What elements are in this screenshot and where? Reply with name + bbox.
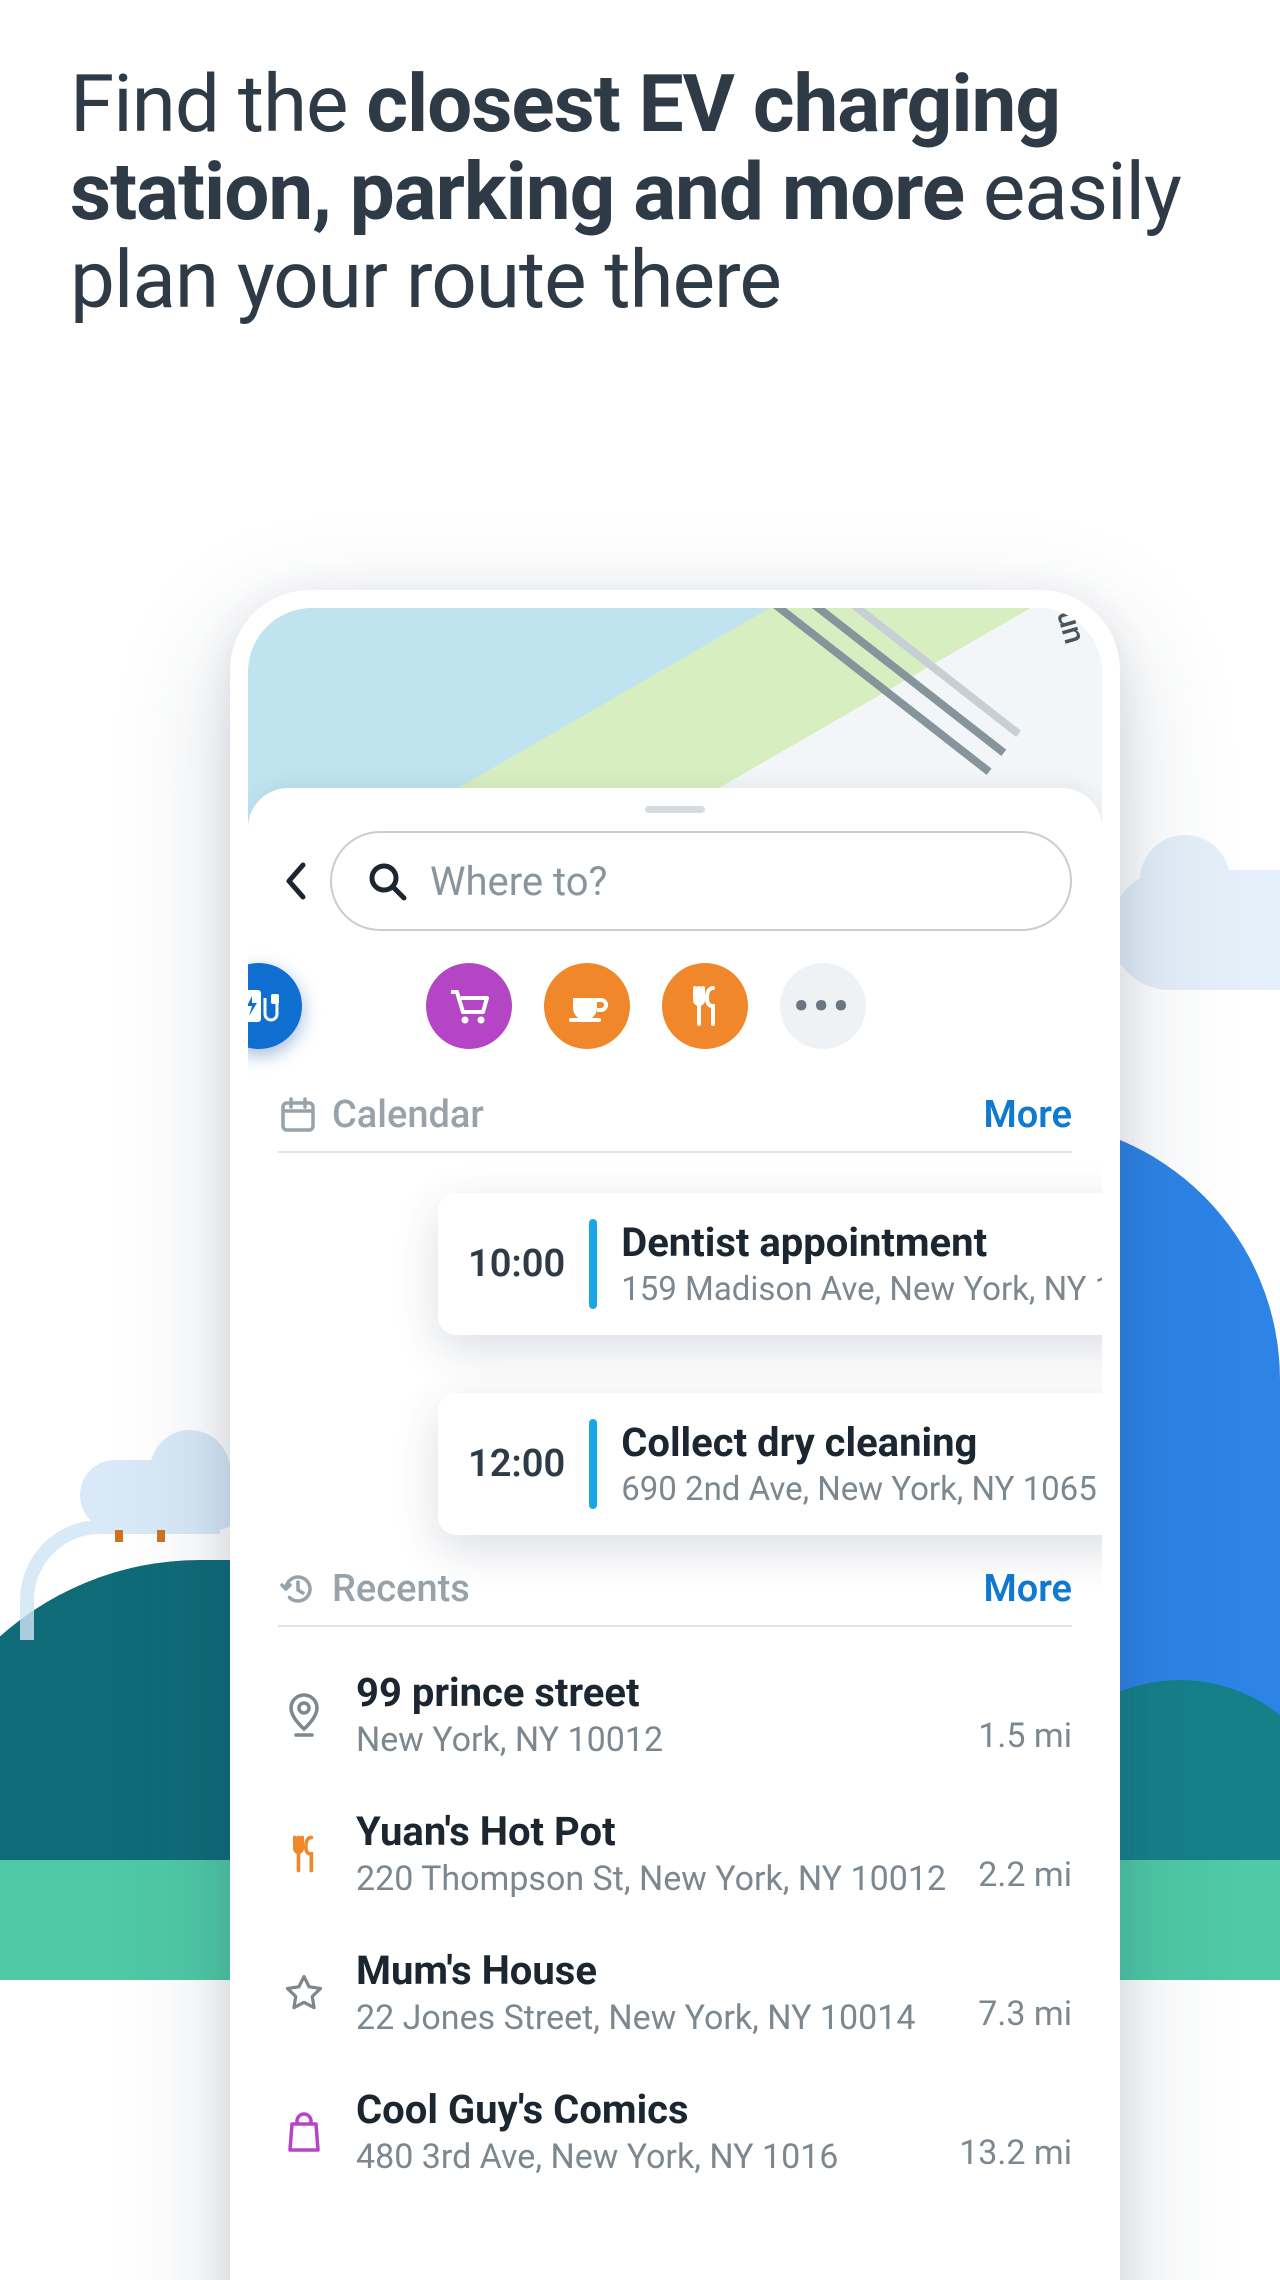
more-dots-icon: ••• [793, 980, 852, 1032]
event-accent-bar [589, 1419, 597, 1509]
recent-name: Yuan's Hot Pot [356, 1808, 952, 1855]
category-row: P ••• [248, 957, 1102, 1079]
calendar-icon [278, 1095, 318, 1135]
category-ev-charging[interactable] [248, 963, 302, 1049]
bottom-sheet: Where to? P [248, 788, 1102, 2280]
search-input[interactable]: Where to? [330, 831, 1072, 931]
category-coffee[interactable] [544, 963, 630, 1049]
star-icon [278, 1971, 330, 2015]
sheet-grabber[interactable] [645, 806, 705, 813]
calendar-label: Calendar [332, 1093, 484, 1137]
calendar-cards: 10:00 Dentist appointment 159 Madison Av… [278, 1153, 1072, 1553]
map-street-label: Coun [1039, 608, 1092, 648]
search-placeholder: Where to? [430, 858, 607, 905]
back-button[interactable] [278, 864, 312, 898]
calendar-event[interactable]: 12:00 Collect dry cleaning 690 2nd Ave, … [438, 1393, 1102, 1535]
calendar-section: Calendar More 10:00 Dentist appointment … [248, 1079, 1102, 1553]
pin-icon [278, 1691, 330, 1739]
event-address: 159 Madison Ave, New York, NY 1016 [621, 1270, 1102, 1309]
chevron-left-icon [282, 861, 308, 901]
recent-distance: 13.2 mi [959, 2133, 1072, 2177]
recent-name: Cool Guy's Comics [356, 2086, 933, 2133]
event-accent-bar [589, 1219, 597, 1309]
ev-charger-icon [248, 982, 283, 1030]
recent-address: New York, NY 10012 [356, 1720, 952, 1760]
recent-distance: 2.2 mi [978, 1855, 1072, 1899]
recents-header: Recents More [278, 1553, 1072, 1627]
cloud-decor [80, 1460, 250, 1530]
history-icon [278, 1569, 318, 1609]
category-shopping[interactable] [426, 963, 512, 1049]
recents-label: Recents [332, 1567, 470, 1611]
shopping-bag-icon [278, 2110, 330, 2154]
search-row: Where to? [248, 831, 1102, 957]
recents-more-link[interactable]: More [983, 1567, 1072, 1611]
recent-address: 220 Thompson St, New York, NY 10012 [356, 1859, 952, 1899]
recent-address: 480 3rd Ave, New York, NY 1016 [356, 2137, 933, 2177]
calendar-event[interactable]: 10:00 Dentist appointment 159 Madison Av… [438, 1193, 1102, 1335]
map-road-decor [718, 608, 1007, 756]
search-icon [366, 860, 408, 902]
calendar-more-link[interactable]: More [983, 1093, 1072, 1137]
phone-screen: Coun Where to? P [248, 608, 1102, 2280]
recents-list: 99 prince street New York, NY 10012 1.5 … [278, 1627, 1072, 2201]
category-more[interactable]: ••• [780, 963, 866, 1049]
event-title: Collect dry cleaning [621, 1419, 1097, 1466]
fork-knife-icon [278, 1832, 330, 1876]
event-title: Dentist appointment [621, 1219, 1102, 1266]
event-address: 690 2nd Ave, New York, NY 1065 [621, 1470, 1097, 1509]
recent-name: Mum's House [356, 1947, 952, 1994]
recent-item[interactable]: Cool Guy's Comics 480 3rd Ave, New York,… [278, 2062, 1072, 2201]
recent-distance: 1.5 mi [978, 1716, 1072, 1760]
marketing-headline: Find the closest EV charging station, pa… [70, 60, 1210, 324]
event-time: 12:00 [468, 1442, 565, 1486]
recent-address: 22 Jones Street, New York, NY 10014 [356, 1998, 952, 2038]
recent-item[interactable]: Yuan's Hot Pot 220 Thompson St, New York… [278, 1784, 1072, 1923]
recent-distance: 7.3 mi [978, 1994, 1072, 2038]
cloud-decor [1110, 870, 1280, 990]
shopping-cart-icon [445, 982, 493, 1030]
calendar-header: Calendar More [278, 1079, 1072, 1153]
fork-knife-icon [681, 982, 729, 1030]
recents-section: Recents More 99 prince street New York, … [248, 1553, 1102, 2201]
headline-pre: Find the [70, 57, 366, 151]
category-restaurant[interactable] [662, 963, 748, 1049]
phone-frame: Coun Where to? P [230, 590, 1120, 2280]
recent-item[interactable]: Mum's House 22 Jones Street, New York, N… [278, 1923, 1072, 2062]
recent-name: 99 prince street [356, 1669, 952, 1716]
coffee-cup-icon [563, 982, 611, 1030]
event-time: 10:00 [468, 1242, 565, 1286]
recent-item[interactable]: 99 prince street New York, NY 10012 1.5 … [278, 1645, 1072, 1784]
